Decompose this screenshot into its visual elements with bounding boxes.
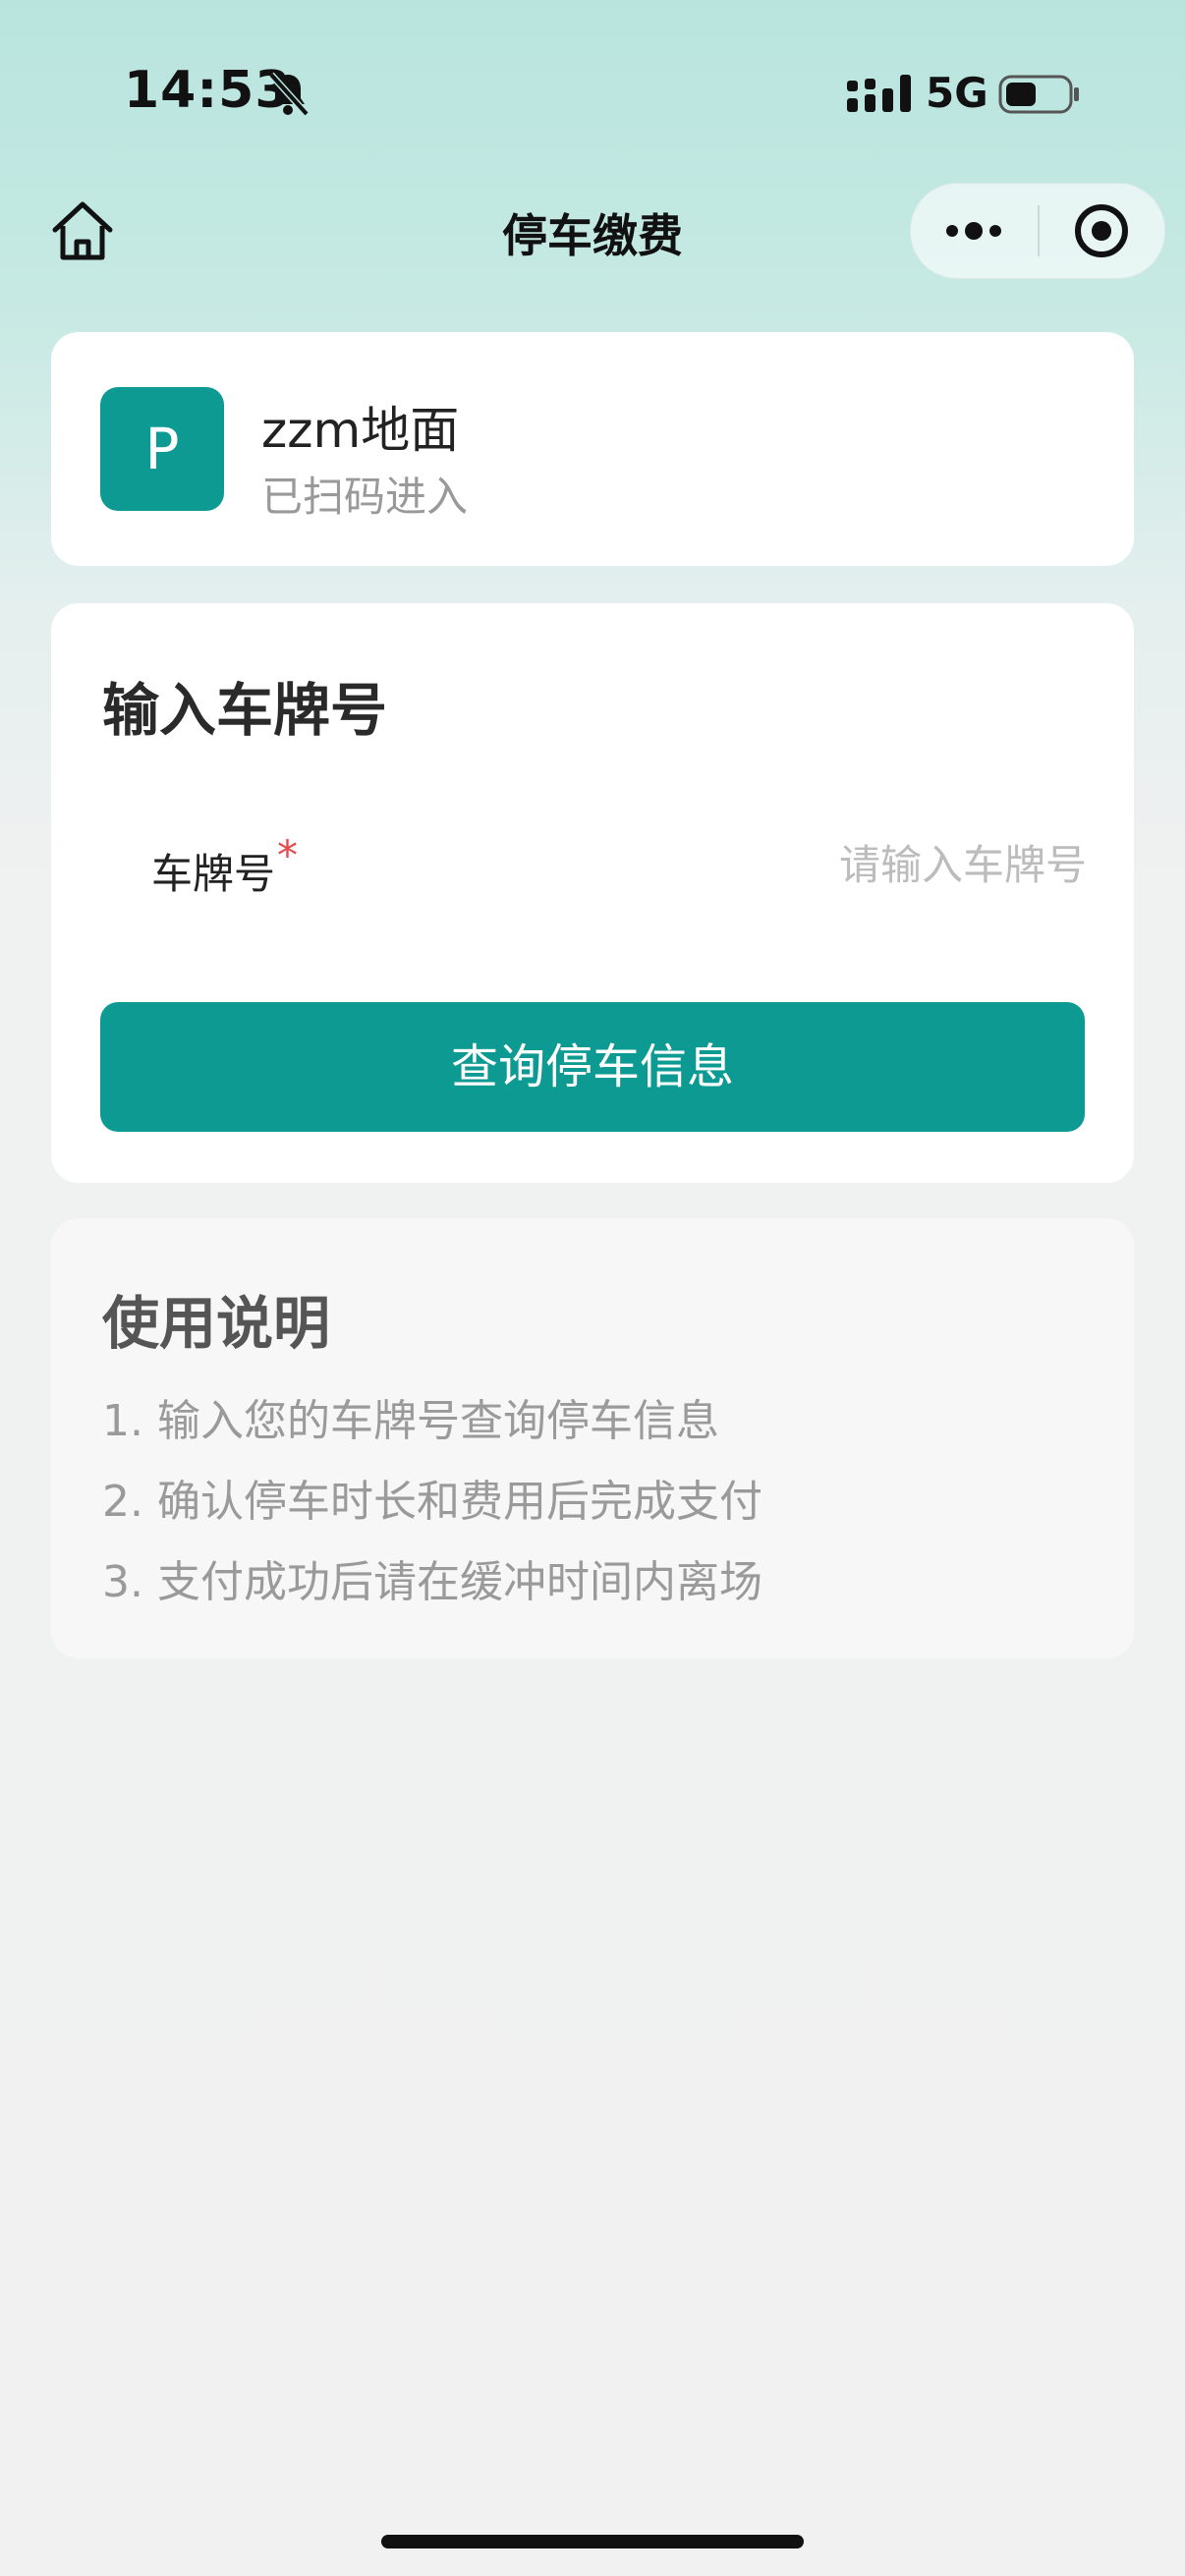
- bell-slash-icon: [268, 72, 310, 117]
- instructions-card: 使用说明 1. 输入您的车牌号查询停车信息 2. 确认停车时长和费用后完成支付 …: [51, 1218, 1134, 1658]
- network-type: 5G: [926, 69, 988, 117]
- instruction-item: 1. 输入您的车牌号查询停车信息: [102, 1396, 719, 1446]
- instructions-title: 使用说明: [102, 1290, 331, 1357]
- parking-lot-status: 已扫码进入: [261, 473, 469, 521]
- query-parking-button[interactable]: 查询停车信息: [100, 1002, 1085, 1132]
- parking-lot-name: zzm地面: [261, 402, 460, 459]
- target-icon[interactable]: [1039, 184, 1164, 278]
- required-mark: *: [277, 831, 298, 879]
- plate-label: 车牌号: [151, 850, 276, 898]
- plate-number-input[interactable]: [621, 825, 1087, 904]
- plate-form-card: 输入车牌号 车牌号 * 查询停车信息: [51, 603, 1134, 1183]
- more-icon[interactable]: [911, 184, 1037, 278]
- plate-form-title: 输入车牌号: [102, 677, 388, 744]
- signal-icon: [847, 75, 911, 112]
- mini-program-capsule: [910, 183, 1165, 279]
- home-indicator: [381, 2535, 804, 2548]
- instruction-item: 2. 确认停车时长和费用后完成支付: [102, 1477, 762, 1527]
- battery-icon: [998, 75, 1079, 114]
- parking-lot-card: P zzm地面 已扫码进入: [51, 332, 1134, 566]
- parking-icon: P: [100, 387, 224, 511]
- instruction-item: 3. 支付成功后请在缓冲时间内离场: [102, 1557, 762, 1607]
